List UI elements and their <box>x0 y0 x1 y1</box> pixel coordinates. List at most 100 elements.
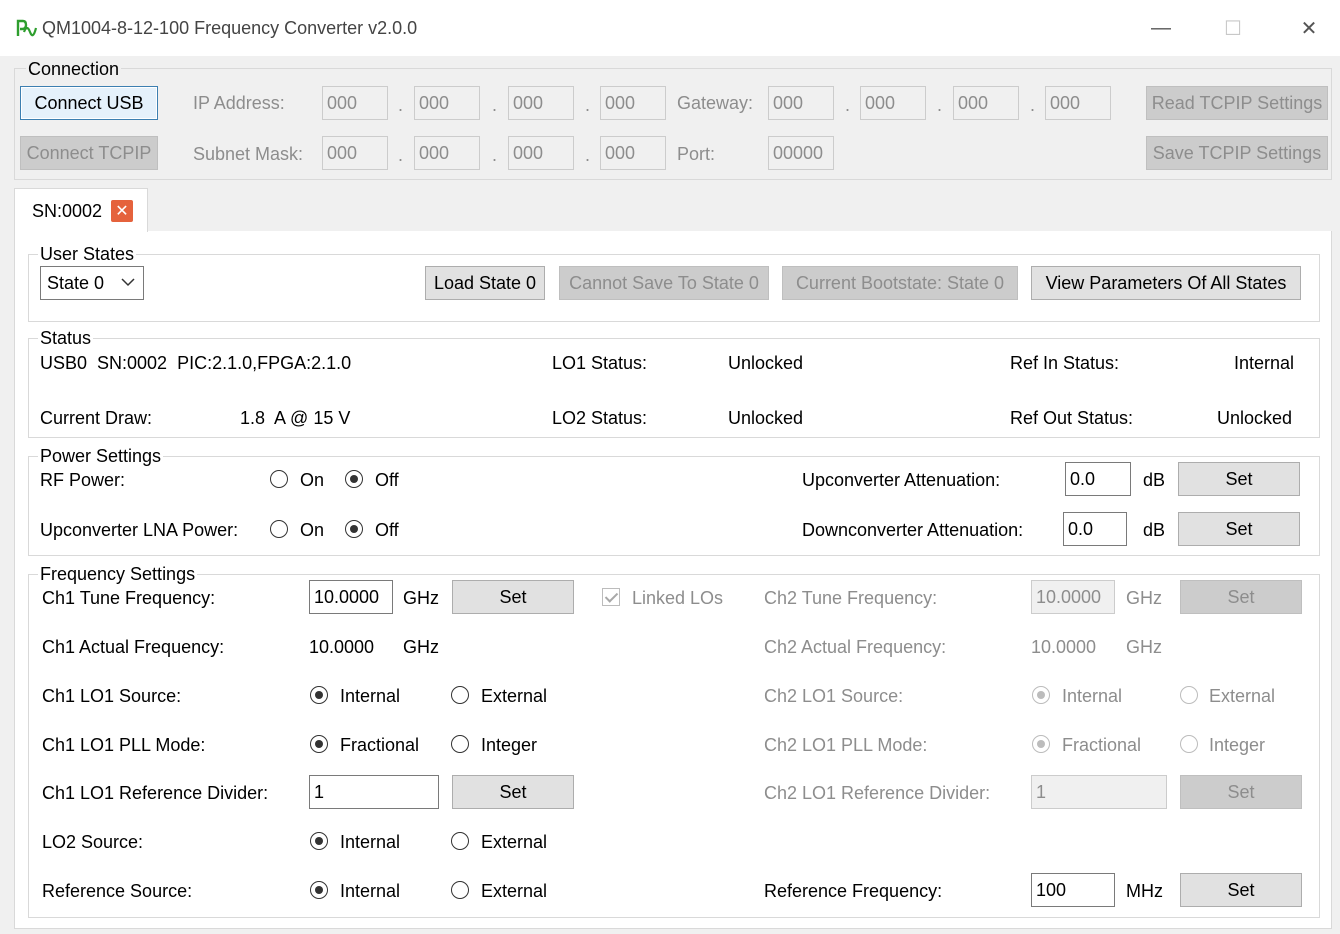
ip-octet-4-field[interactable]: 000 <box>600 86 666 120</box>
tab-label: SN:0002 <box>32 201 103 221</box>
subnet-octet-2-field[interactable]: 000 <box>414 136 480 170</box>
read-tcpip-settings-button[interactable]: Read TCPIP Settings <box>1146 86 1328 120</box>
ch1-actual-unit: GHz <box>403 637 439 657</box>
ch2-lo1-source-label: Ch2 LO1 Source: <box>764 686 904 706</box>
ch2-pll-integer-radio[interactable] <box>1180 735 1198 753</box>
lo1-status-label: LO1 Status: <box>552 353 648 373</box>
ref-external-radio[interactable] <box>451 881 469 899</box>
lo2-source-label: LO2 Source: <box>42 832 144 852</box>
ch1-pll-integer-radio[interactable] <box>451 735 469 753</box>
lo2-internal-label: Internal <box>340 832 401 852</box>
subnet-octet-1-field[interactable]: 000 <box>322 136 388 170</box>
gateway-dot: . <box>937 95 943 115</box>
ch1-pll-mode-label: Ch1 LO1 PLL Mode: <box>42 735 206 755</box>
subnet-octet-4-field[interactable]: 000 <box>600 136 666 170</box>
ip-octet-2-field[interactable]: 000 <box>414 86 480 120</box>
ch1-ref-divider-field[interactable]: 1 <box>309 775 439 809</box>
port-label: Port: <box>677 144 716 164</box>
ch2-ref-divider-label: Ch2 LO1 Reference Divider: <box>764 783 991 803</box>
ch2-actual-label: Ch2 Actual Frequency: <box>764 637 947 657</box>
chevron-down-icon <box>121 278 135 287</box>
user-states-group-label: User States <box>38 244 137 264</box>
bootstate-button[interactable]: Current Bootstate: State 0 <box>782 266 1018 300</box>
ch2-tune-label: Ch2 Tune Frequency: <box>764 588 938 608</box>
ch1-tune-unit: GHz <box>403 588 439 608</box>
ref-out-status-value: Unlocked <box>1217 408 1293 428</box>
down-atten-field[interactable]: 0.0 <box>1063 512 1127 546</box>
gateway-octet-1-field[interactable]: 000 <box>768 86 834 120</box>
up-atten-field[interactable]: 0.0 <box>1065 462 1131 496</box>
ch1-ref-divider-label: Ch1 LO1 Reference Divider: <box>42 783 269 803</box>
ch1-lo1-external-radio[interactable] <box>451 686 469 704</box>
selected-state-text: State 0 <box>47 272 105 293</box>
rf-power-on-radio[interactable] <box>270 470 288 488</box>
lna-power-on-radio[interactable] <box>270 520 288 538</box>
lo2-internal-radio[interactable] <box>310 832 328 850</box>
ch2-pll-fractional-radio[interactable] <box>1032 735 1050 753</box>
gateway-octet-4-field[interactable]: 000 <box>1045 86 1111 120</box>
ch2-tune-field[interactable]: 10.0000 <box>1031 580 1115 614</box>
ch2-pll-fractional-label: Fractional <box>1062 735 1142 755</box>
save-tcpip-settings-button[interactable]: Save TCPIP Settings <box>1146 136 1328 170</box>
subnet-dot: . <box>585 145 591 165</box>
load-state-button[interactable]: Load State 0 <box>425 266 545 300</box>
ip-octet-3-field[interactable]: 000 <box>508 86 574 120</box>
maximize-icon[interactable]: ☐ <box>1210 10 1256 46</box>
subnet-mask-label: Subnet Mask: <box>193 144 304 164</box>
ch1-pll-integer-label: Integer <box>481 735 538 755</box>
minimize-icon[interactable]: — <box>1138 10 1184 46</box>
connect-tcpip-button[interactable]: Connect TCPIP <box>20 136 158 170</box>
up-atten-set-button[interactable]: Set <box>1178 462 1300 496</box>
up-atten-unit: dB <box>1143 470 1166 490</box>
ch2-pll-mode-label: Ch2 LO1 PLL Mode: <box>764 735 928 755</box>
ch1-tune-label: Ch1 Tune Frequency: <box>42 588 216 608</box>
ref-frequency-set-button[interactable]: Set <box>1180 873 1302 907</box>
connect-usb-button[interactable]: Connect USB <box>20 86 158 120</box>
ch1-lo1-internal-label: Internal <box>340 686 401 706</box>
subnet-dot: . <box>492 145 498 165</box>
lna-power-off-radio[interactable] <box>345 520 363 538</box>
ch2-actual-unit: GHz <box>1126 637 1162 657</box>
ref-external-label: External <box>481 881 548 901</box>
ch1-tune-field[interactable]: 10.0000 <box>309 580 393 614</box>
ip-octet-1-field[interactable]: 000 <box>322 86 388 120</box>
ref-frequency-field[interactable]: 100 <box>1031 873 1115 907</box>
ch2-tune-set-button[interactable]: Set <box>1180 580 1302 614</box>
ch1-lo1-internal-radio[interactable] <box>310 686 328 704</box>
save-state-button[interactable]: Cannot Save To State 0 <box>559 266 769 300</box>
port-field[interactable]: 00000 <box>768 136 834 170</box>
lo2-external-radio[interactable] <box>451 832 469 850</box>
user-state-select[interactable]: State 0 <box>40 266 144 300</box>
ch2-lo1-external-radio[interactable] <box>1180 686 1198 704</box>
close-icon[interactable]: ✕ <box>1286 10 1332 46</box>
ch1-lo1-source-label: Ch1 LO1 Source: <box>42 686 182 706</box>
ch2-ref-divider-set-button[interactable]: Set <box>1180 775 1302 809</box>
ref-internal-radio[interactable] <box>310 881 328 899</box>
frequency-settings-group-label: Frequency Settings <box>38 564 198 584</box>
tab-close-icon[interactable]: ✕ <box>111 200 133 222</box>
ref-in-status-label: Ref In Status: <box>1010 353 1120 373</box>
subnet-octet-3-field[interactable]: 000 <box>508 136 574 170</box>
lna-power-off-label: Off <box>375 520 399 540</box>
window-title: QM1004-8-12-100 Frequency Converter v2.0… <box>42 18 418 38</box>
lo2-status-value: Unlocked <box>728 408 804 428</box>
ch1-pll-fractional-radio[interactable] <box>310 735 328 753</box>
ch2-pll-integer-label: Integer <box>1209 735 1266 755</box>
down-atten-set-button[interactable]: Set <box>1178 512 1300 546</box>
ch2-lo1-internal-radio[interactable] <box>1032 686 1050 704</box>
ch2-ref-divider-field[interactable]: 1 <box>1031 775 1167 809</box>
view-all-states-button[interactable]: View Parameters Of All States <box>1031 266 1301 300</box>
gateway-octet-2-field[interactable]: 000 <box>860 86 926 120</box>
ch2-lo1-external-label: External <box>1209 686 1276 706</box>
ch1-ref-divider-set-button[interactable]: Set <box>452 775 574 809</box>
gateway-octet-3-field[interactable]: 000 <box>953 86 1019 120</box>
ch1-tune-set-button[interactable]: Set <box>452 580 574 614</box>
linked-los-checkbox[interactable] <box>602 588 620 606</box>
ref-frequency-unit: MHz <box>1126 881 1163 901</box>
ref-internal-label: Internal <box>340 881 401 901</box>
ch2-lo1-internal-label: Internal <box>1062 686 1123 706</box>
rf-power-off-radio[interactable] <box>345 470 363 488</box>
title-bar: QM1004-8-12-100 Frequency Converter v2.0… <box>0 0 1340 56</box>
gateway-label: Gateway: <box>677 93 754 113</box>
subnet-dot: . <box>398 145 404 165</box>
